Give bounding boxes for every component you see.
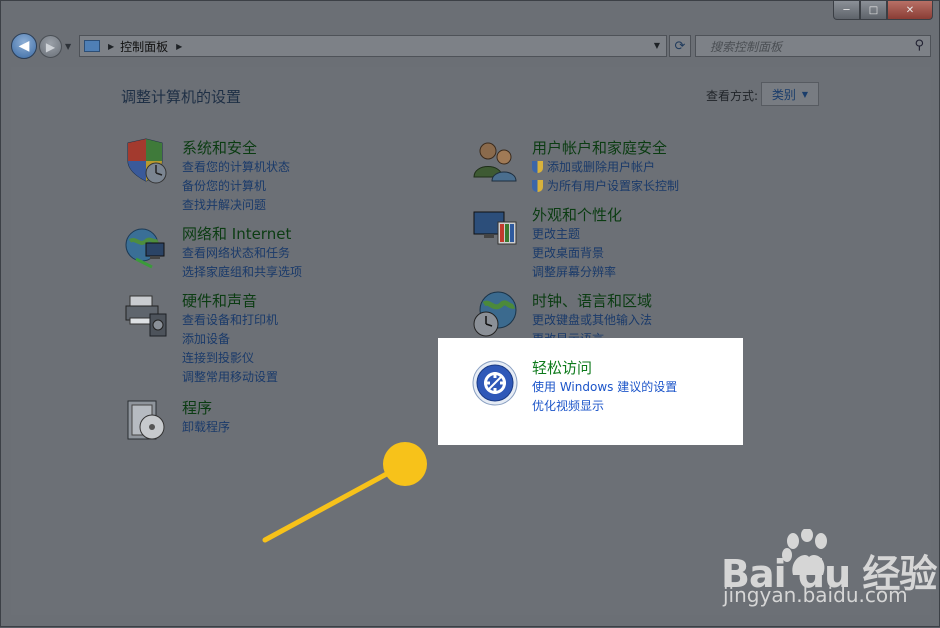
pointer-dot bbox=[383, 442, 427, 486]
watermark: Bai du 经验 jingyan.baidu.com bbox=[721, 529, 937, 609]
control-panel-window: ─ □ ✕ ◀ ▶ ▼ ▶ 控制面板 ▶ ▼ ⟳ 搜索控制面板 ⚲ 调整计算机的… bbox=[0, 0, 940, 627]
watermark-site: jingyan.baidu.com bbox=[723, 583, 908, 607]
